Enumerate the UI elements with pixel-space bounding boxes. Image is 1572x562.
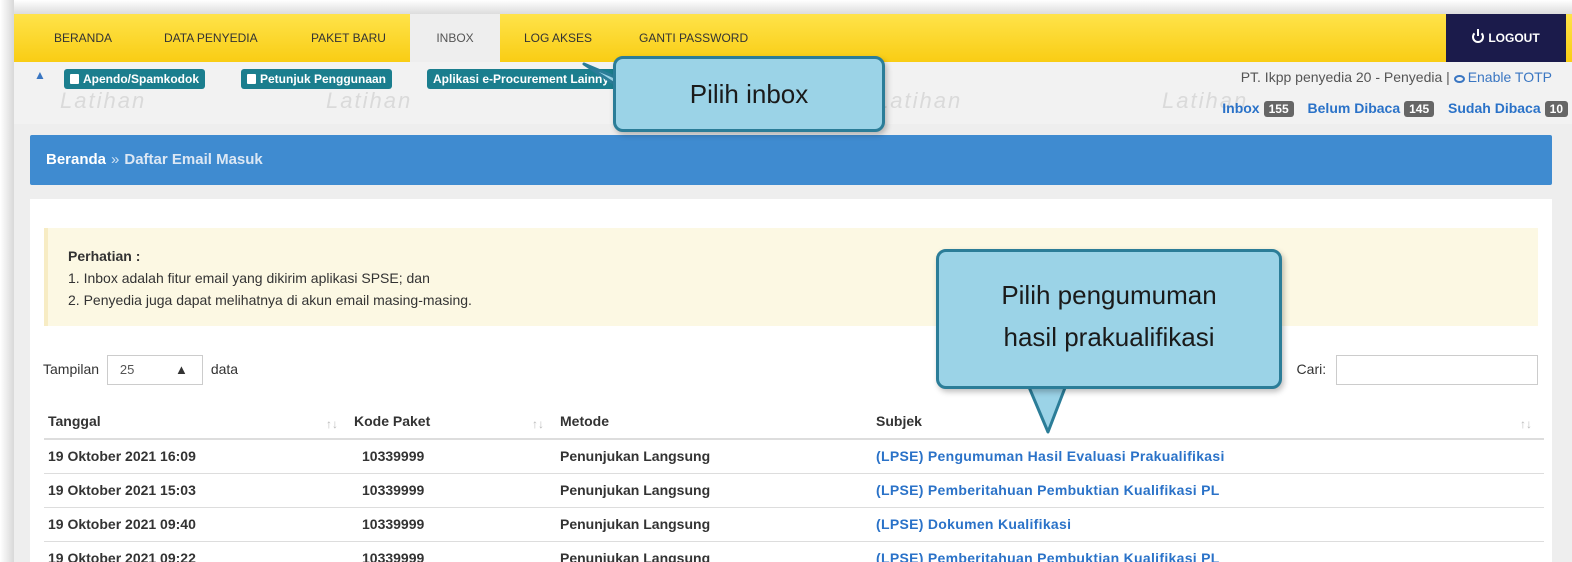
page-length-select[interactable]: 25 ▲︎ <box>106 355 203 386</box>
table-row: 19 Oktober 2021 09:40 10339999 Penunjuka… <box>44 507 1544 542</box>
alert-line: 1. Inbox adalah fitur email yang dikirim… <box>68 270 430 286</box>
cell-kode-paket: 10339999 <box>350 439 556 474</box>
col-kode-paket[interactable]: Kode Paket ↑↓ <box>350 404 556 440</box>
inbox-counts: Inbox 155 Belum Dibaca 145 Sudah Dibaca 10 <box>1212 100 1568 117</box>
alert-line: 2. Penyedia juga dapat melihatnya di aku… <box>68 292 472 308</box>
enable-totp-link[interactable]: Enable TOTP <box>1453 69 1552 85</box>
nav-data-penyedia[interactable]: DATA PENYEDIA <box>164 14 258 62</box>
count-badge: 10 <box>1544 101 1568 117</box>
collapse-chevron-icon[interactable]: ▲ <box>34 68 46 82</box>
nav-ganti-password[interactable]: GANTI PASSWORD <box>639 14 748 62</box>
cell-kode-paket: 10339999 <box>350 541 556 562</box>
nav-log-akses[interactable]: LOG AKSES <box>524 14 592 62</box>
search-input[interactable] <box>1336 355 1538 386</box>
sort-icon: ↑↓ <box>532 417 544 431</box>
breadcrumb-home[interactable]: Beranda <box>46 151 106 168</box>
table-row: 19 Oktober 2021 09:22 10339999 Penunjuka… <box>44 541 1544 562</box>
callout-inbox: Pilih inbox <box>613 56 885 132</box>
alert-title: Perhatian : <box>68 248 141 264</box>
browser-viewport: BERANDA DATA PENYEDIA PAKET BARU INBOX L… <box>14 14 1572 562</box>
callout-announcement: Pilih pengumuman hasil prakualifikasi <box>936 249 1282 389</box>
cell-kode-paket: 10339999 <box>350 507 556 542</box>
search-control: Cari: <box>1297 354 1538 386</box>
page-length-control: Tampilan 25 ▲︎ data <box>43 354 238 386</box>
apendo-link[interactable]: Apendo/Spamkodok <box>64 69 206 89</box>
top-shadow <box>0 0 1572 14</box>
cell-metode: Penunjukan Langsung <box>556 507 872 542</box>
cell-tanggal: 19 Oktober 2021 16:09 <box>44 439 350 474</box>
sort-updown-icon: ▲︎ <box>175 362 188 378</box>
email-subject-link[interactable]: (LPSE) Pemberitahuan Pembuktian Kualifik… <box>872 541 1544 562</box>
watermark: Latihan <box>60 88 147 113</box>
count-badge: 155 <box>1263 101 1294 117</box>
table-row: 19 Oktober 2021 15:03 10339999 Penunjuka… <box>44 473 1544 508</box>
nav-inbox[interactable]: INBOX <box>410 14 500 62</box>
main-navbar: BERANDA DATA PENYEDIA PAKET BARU INBOX L… <box>14 14 1572 62</box>
key-icon <box>1453 75 1465 83</box>
email-subject-link[interactable]: (LPSE) Pemberitahuan Pembuktian Kualifik… <box>872 473 1544 508</box>
nav-paket-baru[interactable]: PAKET BARU <box>311 14 386 62</box>
col-subjek[interactable]: Subjek ↑↓ <box>872 404 1544 440</box>
petunjuk-link[interactable]: Petunjuk Penggunaan <box>241 69 393 89</box>
nav-beranda[interactable]: BERANDA <box>54 14 112 62</box>
cell-tanggal: 19 Oktober 2021 09:22 <box>44 541 350 562</box>
col-metode[interactable]: Metode <box>556 404 872 440</box>
content-panel: Perhatian : 1. Inbox adalah fitur email … <box>30 199 1552 562</box>
sort-icon: ↑↓ <box>326 417 338 431</box>
cell-tanggal: 19 Oktober 2021 09:40 <box>44 507 350 542</box>
watermark: Latihan <box>876 88 963 113</box>
read-count-link[interactable]: Sudah Dibaca 10 <box>1448 100 1568 117</box>
power-icon <box>1472 29 1485 43</box>
download-icon <box>70 74 79 84</box>
notice-alert: Perhatian : 1. Inbox adalah fitur email … <box>44 228 1538 326</box>
breadcrumb-separator: » <box>111 151 120 168</box>
cell-metode: Penunjukan Langsung <box>556 541 872 562</box>
unread-count-link[interactable]: Belum Dibaca 145 <box>1308 100 1435 117</box>
table-row: 19 Oktober 2021 16:09 10339999 Penunjuka… <box>44 439 1544 474</box>
breadcrumb: Beranda » Daftar Email Masuk <box>30 135 1552 185</box>
watermark: Latihan <box>326 88 413 113</box>
cell-kode-paket: 10339999 <box>350 473 556 508</box>
email-subject-link[interactable]: (LPSE) Pengumuman Hasil Evaluasi Prakual… <box>872 439 1544 474</box>
breadcrumb-current: Daftar Email Masuk <box>124 151 263 168</box>
count-badge: 145 <box>1404 101 1435 117</box>
cell-metode: Penunjukan Langsung <box>556 473 872 508</box>
user-info: PT. Ikpp penyedia 20 - Penyedia | Enable… <box>1240 69 1552 85</box>
cell-metode: Penunjukan Langsung <box>556 439 872 474</box>
col-tanggal[interactable]: Tanggal ↑↓ <box>44 404 350 440</box>
email-subject-link[interactable]: (LPSE) Dokumen Kualifikasi <box>872 507 1544 542</box>
logout-button[interactable]: LOGOUT <box>1446 14 1566 62</box>
cell-tanggal: 19 Oktober 2021 15:03 <box>44 473 350 508</box>
left-shadow <box>0 0 14 562</box>
inbox-count-link[interactable]: Inbox 155 <box>1222 100 1294 117</box>
inbox-table: Tanggal ↑↓ Kode Paket ↑↓ Metode Subjek ↑↓ 1… <box>44 404 1544 562</box>
sort-icon: ↑↓ <box>1520 417 1532 431</box>
book-icon <box>247 74 256 84</box>
